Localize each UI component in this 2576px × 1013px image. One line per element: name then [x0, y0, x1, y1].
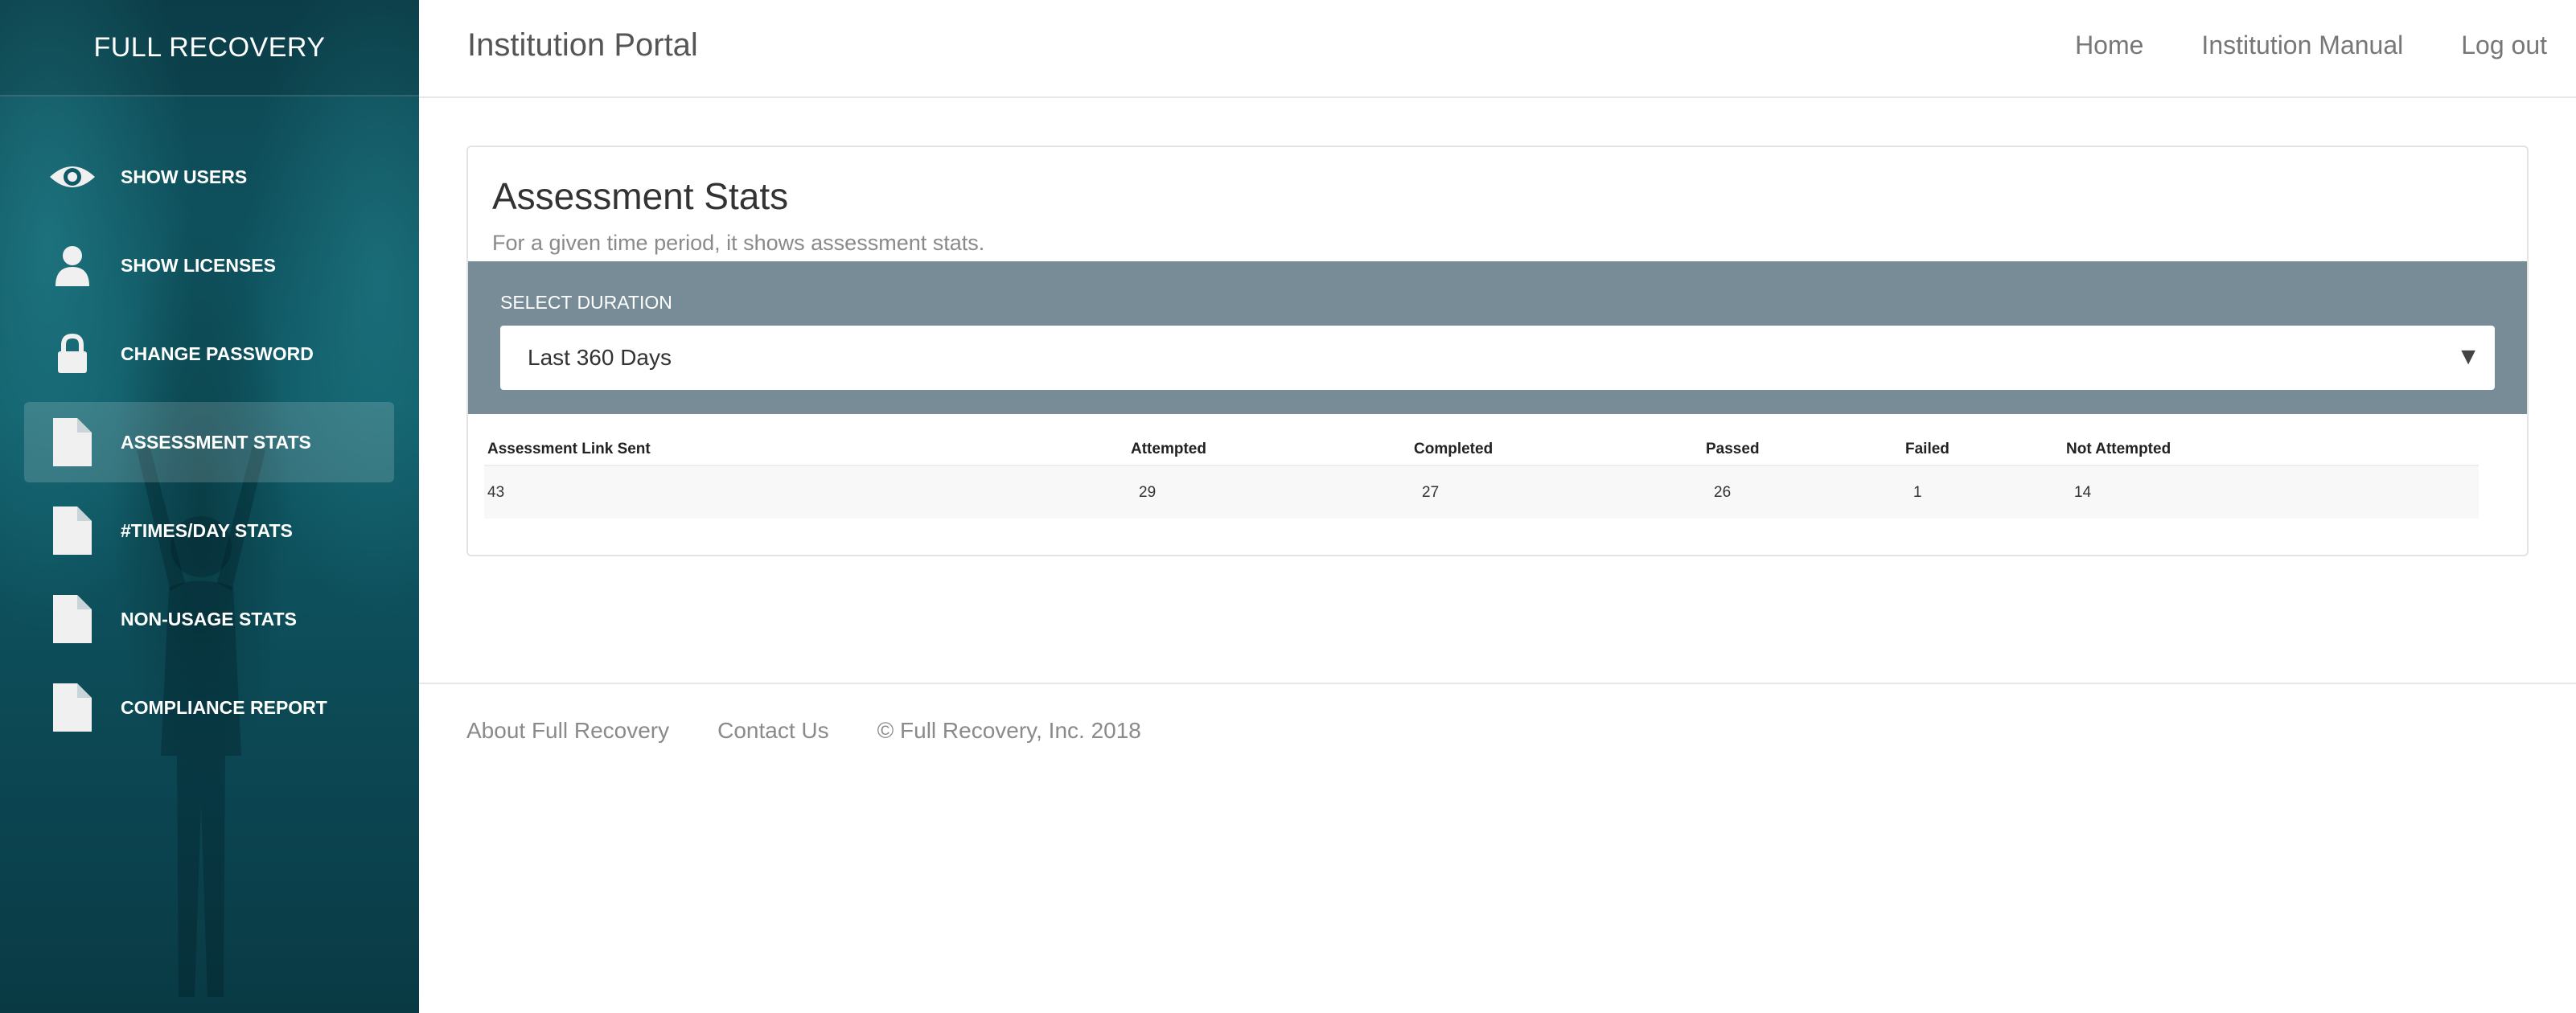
document-icon	[48, 506, 97, 555]
sidebar-item-label: SHOW USERS	[121, 166, 248, 187]
column-header: Failed	[1902, 433, 2063, 466]
institution-manual-link[interactable]: Institution Manual	[2201, 31, 2403, 60]
stats-table: Assessment Link Sent Attempted Completed…	[484, 433, 2479, 519]
sidebar: FULL RECOVERY SHOW USERS SHOW LICENSES C…	[0, 0, 419, 1013]
duration-section: SELECT DURATION Last 360 Days ▼	[468, 261, 2527, 414]
contact-link[interactable]: Contact Us	[717, 718, 829, 744]
table-row: 43 29 27 26 1 14	[484, 465, 2479, 519]
sidebar-item-compliance-report[interactable]: COMPLIANCE REPORT	[24, 667, 394, 748]
sidebar-item-label: NON-USAGE STATS	[121, 608, 297, 630]
table-header-row: Assessment Link Sent Attempted Completed…	[484, 433, 2479, 466]
sidebar-item-change-password[interactable]: CHANGE PASSWORD	[24, 314, 394, 394]
footer-divider	[419, 683, 2576, 684]
duration-selected-value: Last 360 Days	[528, 345, 672, 370]
column-header: Completed	[1411, 433, 1703, 466]
sidebar-item-non-usage-stats[interactable]: NON-USAGE STATS	[24, 579, 394, 659]
sidebar-item-label: CHANGE PASSWORD	[121, 342, 314, 364]
copyright-text: © Full Recovery, Inc. 2018	[877, 718, 1141, 743]
table-cell: 27	[1411, 465, 1703, 519]
home-link[interactable]: Home	[2075, 31, 2143, 60]
footer: About Full Recovery Contact Us © Full Re…	[466, 718, 1141, 744]
panel-subtitle: For a given time period, it shows assess…	[492, 231, 985, 255]
duration-label: SELECT DURATION	[500, 292, 672, 313]
document-icon	[48, 595, 97, 643]
table-cell: 29	[1128, 465, 1411, 519]
sidebar-item-label: COMPLIANCE REPORT	[121, 696, 327, 718]
sidebar-item-label: ASSESSMENT STATS	[121, 431, 311, 453]
sidebar-item-label: SHOW LICENSES	[121, 254, 276, 276]
table-cell: 26	[1703, 465, 1902, 519]
column-header: Assessment Link Sent	[484, 433, 1128, 466]
chevron-down-icon: ▼	[2456, 343, 2480, 370]
sidebar-nav: SHOW USERS SHOW LICENSES CHANGE PASSWORD	[24, 137, 394, 756]
top-nav: Home Institution Manual Log out	[2075, 31, 2547, 60]
sidebar-item-show-users[interactable]: SHOW USERS	[24, 137, 394, 217]
top-bar: Institution Portal Home Institution Manu…	[419, 0, 2576, 98]
panel-title: Assessment Stats	[492, 175, 789, 217]
about-link[interactable]: About Full Recovery	[466, 718, 669, 744]
table-cell: 43	[484, 465, 1128, 519]
document-icon	[48, 683, 97, 732]
column-header: Attempted	[1128, 433, 1411, 466]
logout-link[interactable]: Log out	[2461, 31, 2547, 60]
assessment-stats-panel: Assessment Stats For a given time period…	[466, 146, 2529, 556]
sidebar-item-show-licenses[interactable]: SHOW LICENSES	[24, 225, 394, 306]
page-title: Institution Portal	[467, 27, 698, 63]
sidebar-item-times-day-stats[interactable]: #TIMES/DAY STATS	[24, 490, 394, 571]
duration-select[interactable]: Last 360 Days ▼	[500, 326, 2495, 390]
sidebar-item-assessment-stats[interactable]: ASSESSMENT STATS	[24, 402, 394, 482]
document-icon	[48, 418, 97, 466]
table-cell: 1	[1902, 465, 2063, 519]
table-cell: 14	[2063, 465, 2479, 519]
sidebar-item-label: #TIMES/DAY STATS	[121, 519, 293, 541]
column-header: Passed	[1703, 433, 1902, 466]
column-header: Not Attempted	[2063, 433, 2479, 466]
brand-logo[interactable]: FULL RECOVERY	[0, 0, 419, 96]
lock-icon	[48, 330, 97, 378]
user-icon	[48, 241, 97, 289]
eye-icon	[48, 153, 97, 201]
